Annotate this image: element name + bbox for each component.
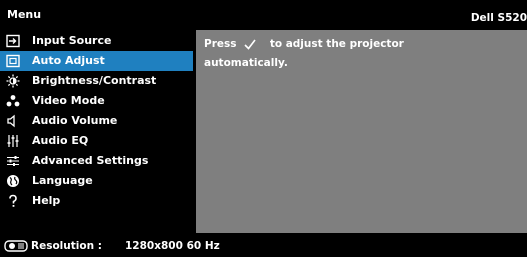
status-footer: Resolution : 1280x800 60 Hz <box>0 236 527 257</box>
menu-item-label: Help <box>32 194 61 207</box>
auto-adjust-icon <box>6 54 20 68</box>
menu-item-label: Language <box>32 174 93 187</box>
osd-menu-list: Input Source Auto Adjust Brightness/Cont… <box>0 30 195 233</box>
menu-item-input-source[interactable]: Input Source <box>0 31 193 51</box>
menu-header: Menu Dell S520 <box>0 0 527 30</box>
menu-item-video-mode[interactable]: Video Mode <box>0 91 193 111</box>
sliders-icon <box>7 156 19 166</box>
menu-item-advanced-settings[interactable]: Advanced Settings <box>0 151 193 171</box>
description-line-2: automatically. <box>204 57 288 69</box>
menu-item-audio-volume[interactable]: Audio Volume <box>0 111 193 131</box>
menu-item-label: Auto Adjust <box>32 54 105 67</box>
menu-item-audio-eq[interactable]: Audio EQ <box>0 131 193 151</box>
menu-item-help[interactable]: Help <box>0 191 193 211</box>
projector-model: Dell S520 <box>470 12 527 24</box>
video-mode-icon <box>6 95 20 107</box>
menu-item-label: Video Mode <box>32 94 105 107</box>
resolution-label: Resolution : <box>31 240 102 252</box>
globe-icon <box>7 175 19 187</box>
press-text: Press <box>204 38 237 50</box>
menu-item-auto-adjust[interactable]: Auto Adjust <box>0 51 193 71</box>
input-source-icon <box>6 34 20 48</box>
menu-item-language[interactable]: Language <box>0 171 193 191</box>
menu-item-label: Input Source <box>32 34 112 47</box>
resolution-value: 1280x800 60 Hz <box>125 240 220 252</box>
brightness-icon <box>6 74 20 88</box>
menu-item-label: Audio EQ <box>32 134 89 147</box>
question-icon <box>9 194 17 207</box>
menu-item-label: Audio Volume <box>32 114 118 127</box>
description-line-1: Press to adjust the projector <box>204 38 404 50</box>
menu-item-label: Brightness/Contrast <box>32 74 157 87</box>
checkmark-icon <box>244 39 256 50</box>
speaker-icon <box>7 114 15 128</box>
menu-item-label: Advanced Settings <box>32 154 149 167</box>
equalizer-icon <box>7 135 19 147</box>
adjust-text: to adjust the projector <box>269 38 404 50</box>
description-panel: Press to adjust the projector automatica… <box>196 30 527 233</box>
menu-item-brightness-contrast[interactable]: Brightness/Contrast <box>0 71 193 91</box>
menu-title: Menu <box>7 8 42 21</box>
projector-icon <box>4 240 28 252</box>
